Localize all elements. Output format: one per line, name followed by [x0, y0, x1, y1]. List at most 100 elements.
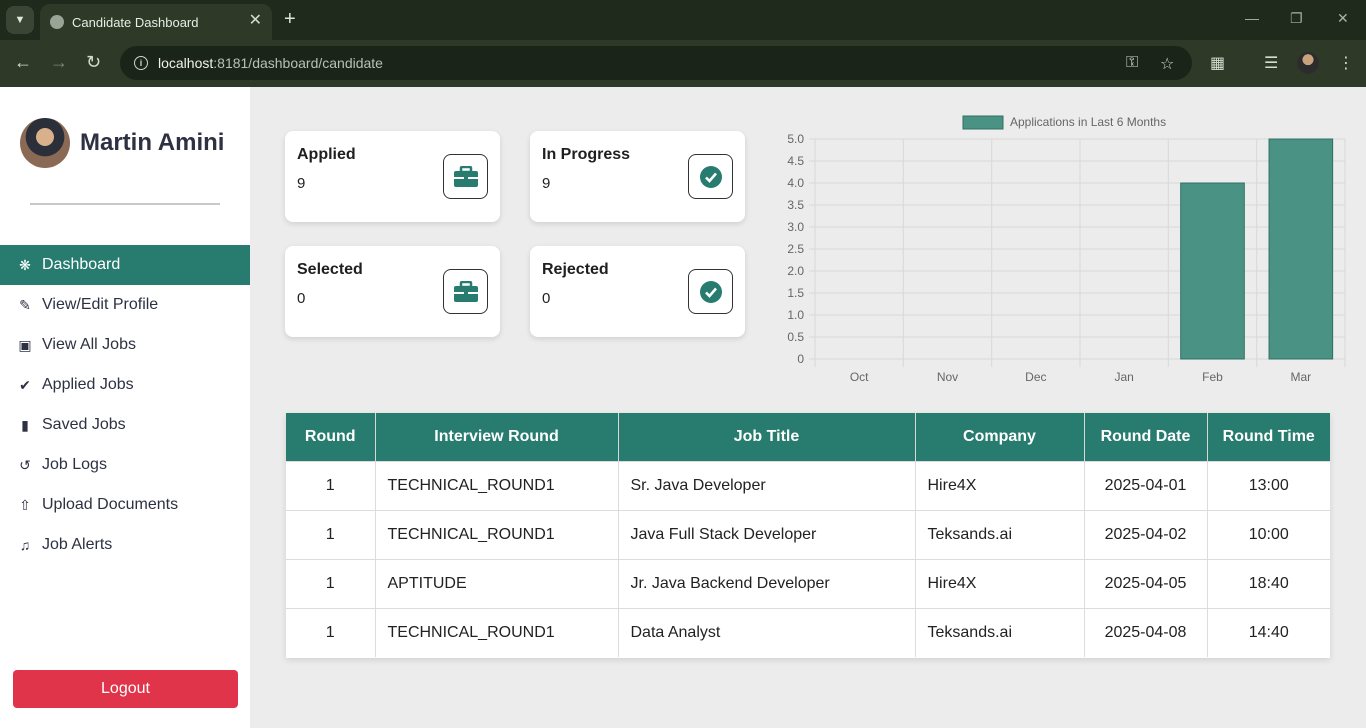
table-row[interactable]: 1 TECHNICAL_ROUND1 Sr. Java Developer Hire4…	[286, 460, 1330, 510]
extensions-icon[interactable]: ▦	[1210, 53, 1225, 73]
table-cell: Teksands.ai	[915, 509, 1085, 559]
profile-avatar-icon[interactable]	[1297, 52, 1319, 74]
legend-swatch	[962, 115, 1004, 130]
tab-search-icon[interactable]: ▼	[6, 6, 34, 34]
table-cell: Jr. Java Backend Developer	[618, 558, 916, 608]
table-body: 1 TECHNICAL_ROUND1 Sr. Java Developer Hire4…	[286, 460, 1330, 657]
user-profile: Martin Amini	[20, 118, 224, 168]
table-cell: 2025-04-05	[1084, 558, 1208, 608]
table-cell: TECHNICAL_ROUND1	[375, 509, 619, 559]
x-tick-label: Oct	[850, 370, 869, 384]
briefcase-icon	[443, 269, 488, 314]
table-cell: TECHNICAL_ROUND1	[375, 460, 619, 510]
stat-label: Applied	[297, 146, 356, 163]
stat-value: 9	[297, 175, 306, 192]
bell-icon: ♫	[19, 537, 31, 553]
browser-tab[interactable]: Candidate Dashboard ✕	[40, 4, 272, 40]
palette-icon: ❋	[19, 256, 31, 273]
table-cell: Hire4X	[915, 460, 1085, 510]
table-row[interactable]: 1 TECHNICAL_ROUND1 Java Full Stack Develop…	[286, 509, 1330, 559]
table-cell: 13:00	[1207, 460, 1330, 510]
sidebar-item-dashboard[interactable]: ❋ Dashboard	[0, 245, 250, 285]
sidebar-item-label: Saved Jobs	[42, 416, 126, 433]
x-tick-label: Jan	[1114, 370, 1133, 384]
sidebar-item-view-edit-profile[interactable]: ✎ View/Edit Profile	[0, 285, 250, 325]
divider	[30, 203, 220, 205]
legend-label: Applications in Last 6 Months	[1010, 115, 1166, 129]
sidebar-item-upload-documents[interactable]: ⇧ Upload Documents	[0, 485, 250, 525]
column-header[interactable]: Company	[915, 413, 1085, 461]
url-field[interactable]: i localhost:8181/dashboard/candidate ⚿ ☆	[120, 46, 1192, 80]
table-cell: 18:40	[1207, 558, 1330, 608]
table-cell: Data Analyst	[618, 607, 916, 657]
sidebar-item-job-logs[interactable]: ↺ Job Logs	[0, 445, 250, 485]
table-cell: 1	[286, 607, 376, 657]
briefcase-icon: ▣	[18, 336, 32, 353]
sidebar-item-applied-jobs[interactable]: ✔ Applied Jobs	[0, 365, 250, 405]
stat-card-in-progress: In Progress 9	[530, 131, 745, 222]
column-header[interactable]: Job Title	[618, 413, 916, 461]
site-info-icon[interactable]: i	[134, 56, 148, 70]
column-header[interactable]: Round Time	[1207, 413, 1330, 461]
x-tick-label: Nov	[937, 370, 958, 384]
applications-chart: Applications in Last 6 Months 0 0.5 1.0 1.5 2…	[760, 108, 1360, 393]
table-cell: Hire4X	[915, 558, 1085, 608]
stat-value: 0	[542, 290, 551, 307]
table-cell: 2025-04-02	[1084, 509, 1208, 559]
table-row[interactable]: 1 TECHNICAL_ROUND1 Data Analyst Teksands.ai…	[286, 607, 1330, 657]
sidebar-item-label: Upload Documents	[42, 496, 179, 513]
stat-value: 0	[297, 290, 306, 307]
url-text: localhost:8181/dashboard/candidate	[158, 55, 383, 71]
minimize-icon[interactable]: —	[1245, 10, 1259, 26]
sidebar-item-view-all-jobs[interactable]: ▣ View All Jobs	[0, 325, 250, 365]
table-row[interactable]: 1 APTITUDE Jr. Java Backend Developer Hire4…	[286, 558, 1330, 608]
close-tab-icon[interactable]: ✕	[249, 13, 262, 29]
sidebar-menu: ❋ Dashboard ✎ View/Edit Profile ▣ View All Jo…	[0, 245, 250, 565]
new-tab-icon[interactable]: +	[284, 8, 296, 30]
forward-icon[interactable]: →	[50, 52, 68, 72]
window-close-icon[interactable]: ✕	[1337, 10, 1349, 27]
stat-label: Rejected	[542, 261, 609, 278]
stat-card-selected: Selected 0	[285, 246, 500, 337]
interview-table: Round Interview Round Job Title Company Roun…	[286, 413, 1330, 658]
logout-button[interactable]: Logout	[13, 670, 238, 708]
sidebar-item-saved-jobs[interactable]: ▮ Saved Jobs	[0, 405, 250, 445]
address-bar: ← → ↻ i localhost:8181/dashboard/candida…	[0, 40, 1366, 87]
y-tick-label: 2.0	[787, 264, 804, 278]
y-tick-label: 3.0	[787, 220, 804, 234]
bookmark-star-icon[interactable]: ☆	[1160, 54, 1174, 74]
stat-label: In Progress	[542, 146, 631, 163]
restore-icon[interactable]: ❐	[1290, 10, 1303, 27]
check-circle-icon	[688, 269, 733, 314]
sidebar-item-label: View All Jobs	[42, 336, 136, 353]
table-cell: Java Full Stack Developer	[618, 509, 916, 559]
history-icon: ↺	[19, 456, 31, 473]
stat-card-rejected: Rejected 0	[530, 246, 745, 337]
column-header[interactable]: Round	[286, 413, 376, 461]
media-icon[interactable]: ☰	[1264, 53, 1278, 73]
bookmark-icon: ▮	[21, 416, 29, 433]
briefcase-icon	[443, 154, 488, 199]
sidebar-item-label: View/Edit Profile	[42, 296, 159, 313]
y-tick-label: 0.5	[787, 330, 804, 344]
y-tick-label: 1.5	[787, 286, 804, 300]
back-icon[interactable]: ←	[14, 52, 32, 72]
file-upload-icon: ⇧	[19, 496, 31, 513]
sidebar-item-job-alerts[interactable]: ♫ Job Alerts	[0, 525, 250, 565]
avatar	[20, 118, 70, 168]
sidebar-item-label: Dashboard	[42, 256, 121, 273]
browser-tabbar: ▼ Candidate Dashboard ✕ + — ❐ ✕	[0, 0, 1366, 40]
sidebar-item-label: Applied Jobs	[42, 376, 134, 393]
table-cell: APTITUDE	[375, 558, 619, 608]
reload-icon[interactable]: ↻	[86, 52, 101, 72]
y-tick-label: 4.5	[787, 154, 804, 168]
key-icon[interactable]: ⚿	[1126, 54, 1138, 72]
column-header[interactable]: Round Date	[1084, 413, 1208, 461]
table-cell: 1	[286, 460, 376, 510]
table-header-row: Round Interview Round Job Title Company Roun…	[286, 413, 1330, 461]
menu-dots-icon[interactable]: ⋮	[1338, 53, 1354, 73]
table-cell: 10:00	[1207, 509, 1330, 559]
stat-label: Selected	[297, 261, 363, 278]
y-tick-label: 1.0	[787, 308, 804, 322]
column-header[interactable]: Interview Round	[375, 413, 619, 461]
